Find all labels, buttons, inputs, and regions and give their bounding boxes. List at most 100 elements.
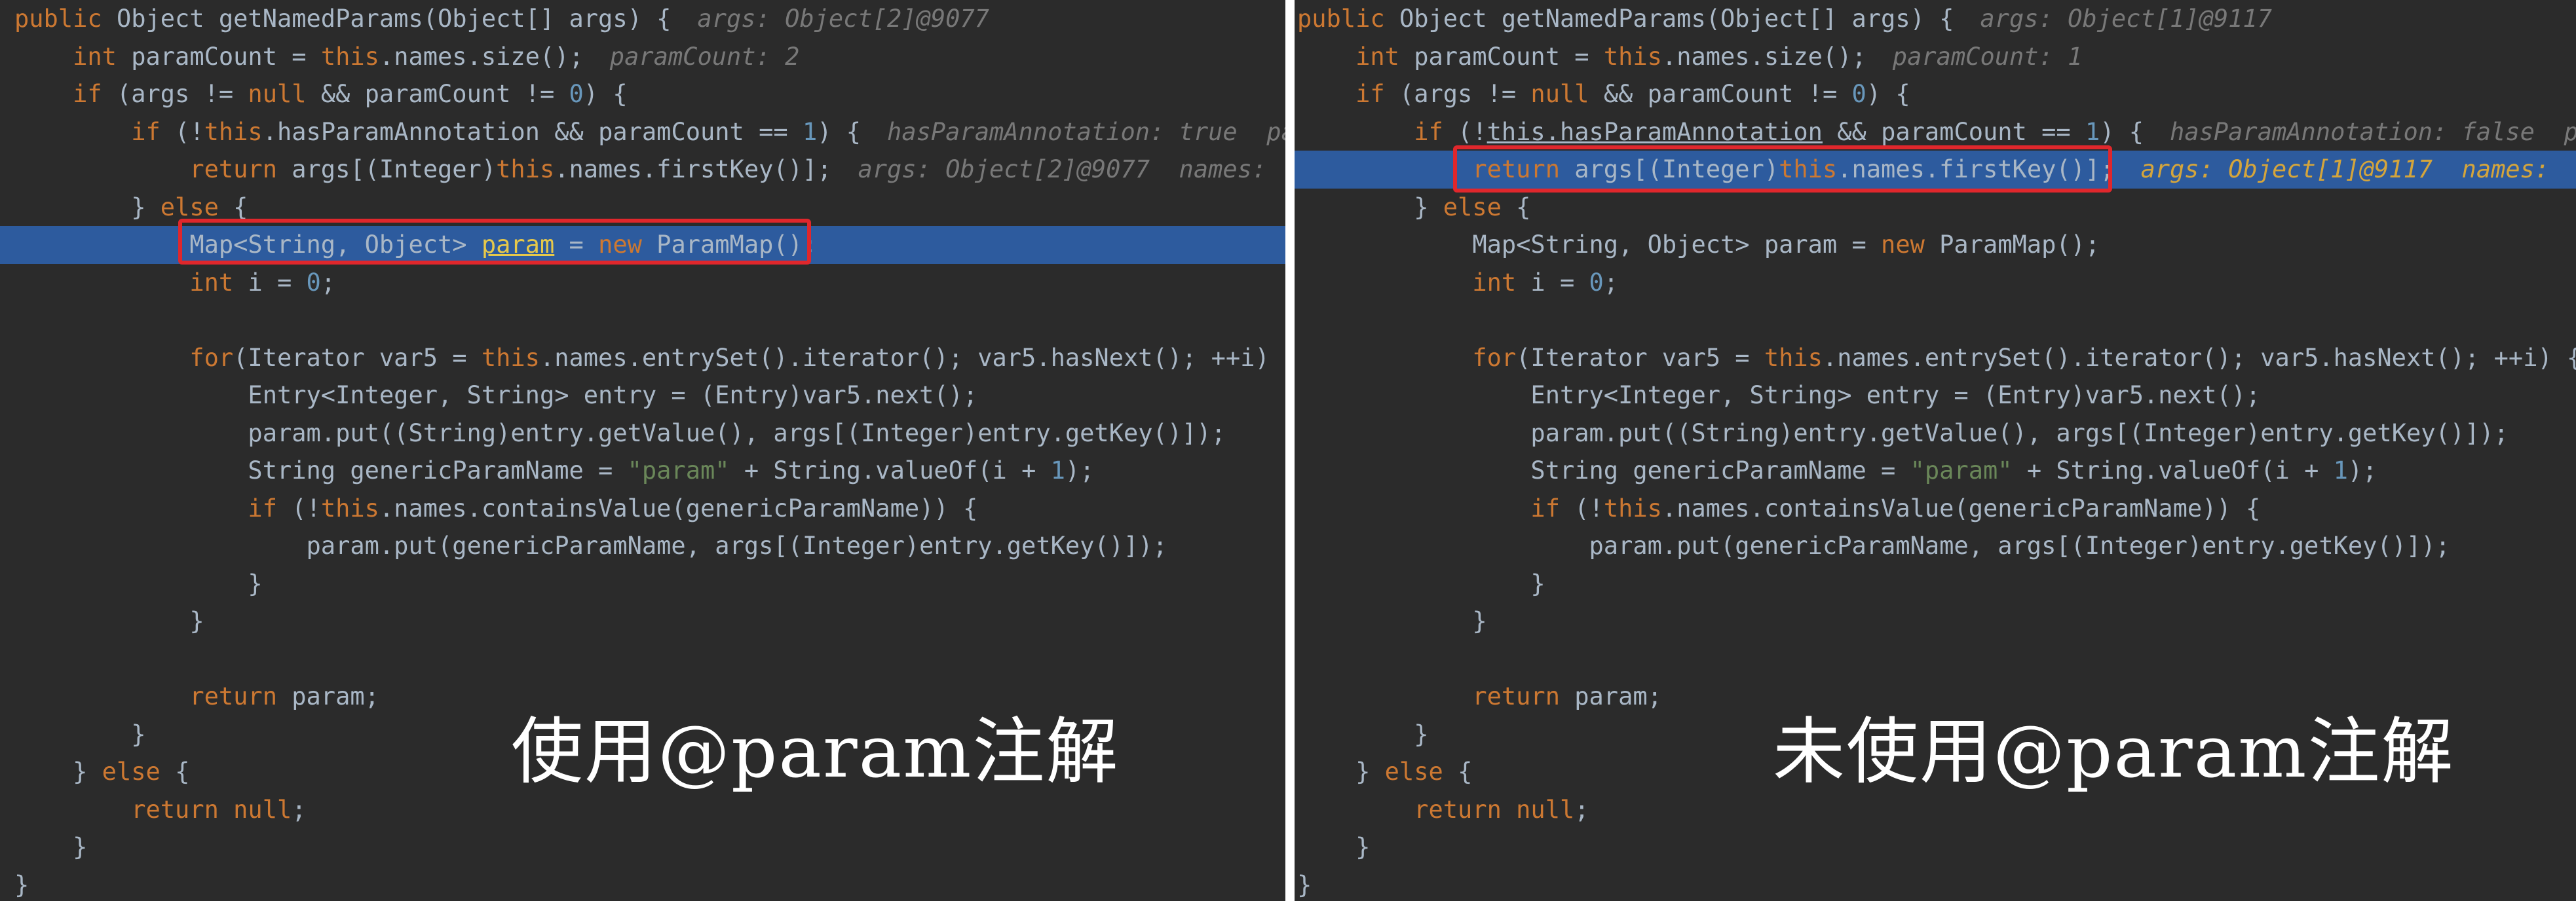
code-text: int paramCount = this.names.size(); (1297, 38, 1866, 76)
code-token: (! (292, 494, 321, 523)
code-token: && paramCount != (320, 80, 569, 108)
code-line[interactable]: Entry<Integer, String> entry = (Entry)va… (0, 377, 1285, 414)
code-line[interactable]: } (0, 602, 1285, 640)
code-token: ) { (817, 117, 862, 146)
code-token: this (481, 343, 540, 372)
code-line[interactable]: public Object getNamedParams(Object[] ar… (0, 0, 1285, 38)
code-line[interactable]: for(Iterator var5 = this.names.entrySet(… (0, 339, 1285, 377)
code-token: i = (248, 268, 307, 297)
code-line[interactable]: int paramCount = this.names.size(); param… (0, 38, 1285, 76)
code-text: } else { (1297, 189, 1530, 227)
code-line[interactable]: } (0, 565, 1285, 603)
code-line[interactable]: param.put(genericParamName, args[(Intege… (1295, 527, 2576, 565)
code-token: public (14, 5, 117, 33)
code-token: ; (1603, 268, 1619, 297)
code-token: public (1297, 5, 1399, 33)
code-line[interactable]: if (!this.names.containsValue(genericPar… (1295, 490, 2576, 528)
code-token: ) { (583, 80, 628, 108)
code-line[interactable] (0, 640, 1285, 678)
code-token: .names.entrySet().iterator(); var5.hasNe… (1822, 343, 2576, 372)
code-text: Map<String, Object> param = new ParamMap… (1297, 226, 2100, 264)
code-token: } (1414, 720, 1429, 748)
code-text: } (14, 716, 146, 754)
code-line[interactable]: int i = 0; (0, 264, 1285, 302)
code-line[interactable]: if (!this.names.containsValue(genericPar… (0, 490, 1285, 528)
code-token: int (1472, 268, 1531, 297)
code-line[interactable]: for(Iterator var5 = this.names.entrySet(… (1295, 339, 2576, 377)
code-line[interactable] (1295, 301, 2576, 339)
code-token: .names.entrySet().iterator(); var5.hasNe… (539, 343, 1285, 372)
code-token: } (131, 720, 146, 748)
code-token: { (1516, 193, 1531, 221)
code-text: int i = 0; (1297, 264, 1618, 302)
code-text: if (!this.names.containsValue(genericPar… (1297, 490, 2260, 528)
editor-pane-left[interactable]: public Object getNamedParams(Object[] ar… (0, 0, 1285, 901)
code-token: ) { (2100, 117, 2144, 146)
code-line[interactable]: int paramCount = this.names.size(); param… (1295, 38, 2576, 76)
code-line[interactable]: } (0, 828, 1285, 866)
code-token: && paramCount == (1822, 117, 2085, 146)
code-line[interactable]: param.put((String)entry.getValue(), args… (0, 414, 1285, 452)
code-text: return param; (1297, 678, 1662, 716)
code-line[interactable] (1295, 640, 2576, 678)
code-token: Object getNamedParams(Object[] args) { (116, 5, 672, 33)
code-token: Map<String, Object> param = (1472, 230, 1882, 259)
code-line[interactable]: } (1295, 828, 2576, 866)
code-token: } (73, 758, 102, 786)
debug-inline-hint: args: Object[1]@9117 names: s (2140, 155, 2576, 183)
code-text: if (args != null && paramCount != 0) { (1297, 75, 1910, 113)
code-token: { (1458, 758, 1473, 786)
code-text: } (1297, 602, 1487, 640)
code-line[interactable]: if (args != null && paramCount != 0) { (0, 75, 1285, 113)
code-token: } (1414, 193, 1443, 221)
code-line[interactable]: } (0, 866, 1285, 901)
debug-inline-hint: args: Object[2]@9077 names: (858, 155, 1285, 183)
code-text: int i = 0; (14, 264, 335, 302)
code-text: String genericParamName = "param" + Stri… (1297, 452, 2377, 490)
code-token: for (189, 343, 234, 372)
code-text: Entry<Integer, String> entry = (Entry)va… (1297, 377, 2260, 414)
code-token: ParamMap(); (1939, 230, 2100, 259)
code-line[interactable]: if (!this.hasParamAnnotation && paramCou… (0, 113, 1285, 151)
code-line[interactable]: param.put(genericParamName, args[(Intege… (0, 527, 1285, 565)
code-token: else (1443, 193, 1517, 221)
code-line[interactable]: } (1295, 602, 2576, 640)
editor-pane-right[interactable]: public Object getNamedParams(Object[] ar… (1295, 0, 2576, 901)
code-line[interactable]: if (args != null && paramCount != 0) { (1295, 75, 2576, 113)
code-line[interactable]: } (1295, 565, 2576, 603)
code-token: } (189, 607, 204, 635)
code-line[interactable] (0, 301, 1285, 339)
code-token: this (1603, 494, 1662, 523)
code-token: if (1414, 117, 1458, 146)
code-token: + String.valueOf(i + (2012, 456, 2334, 485)
code-line[interactable]: Entry<Integer, String> entry = (Entry)va… (1295, 377, 2576, 414)
debug-inline-hint: paramCount: 2 (609, 42, 800, 71)
code-line[interactable]: return args[(Integer)this.names.firstKey… (0, 151, 1285, 189)
code-line[interactable]: String genericParamName = "param" + Stri… (0, 452, 1285, 490)
code-token: new (1881, 230, 1940, 259)
code-token: (Iterator var5 = (233, 343, 482, 372)
code-token: this (204, 117, 263, 146)
code-line[interactable]: public Object getNamedParams(Object[] ar… (1295, 0, 2576, 38)
code-line[interactable]: } (1295, 866, 2576, 901)
code-line[interactable]: Map<String, Object> param = new ParamMap… (1295, 226, 2576, 264)
code-token: 1 (802, 117, 818, 146)
code-line[interactable]: String genericParamName = "param" + Stri… (1295, 452, 2576, 490)
code-token: && paramCount != (1603, 80, 1852, 108)
code-text: return null; (1297, 791, 1589, 829)
code-token: null (1530, 80, 1604, 108)
code-line[interactable]: param.put((String)entry.getValue(), args… (1295, 414, 2576, 452)
code-token: null (248, 80, 321, 108)
code-line[interactable]: } else { (1295, 189, 2576, 227)
code-line[interactable]: int i = 0; (1295, 264, 2576, 302)
code-token: } (1355, 833, 1371, 861)
